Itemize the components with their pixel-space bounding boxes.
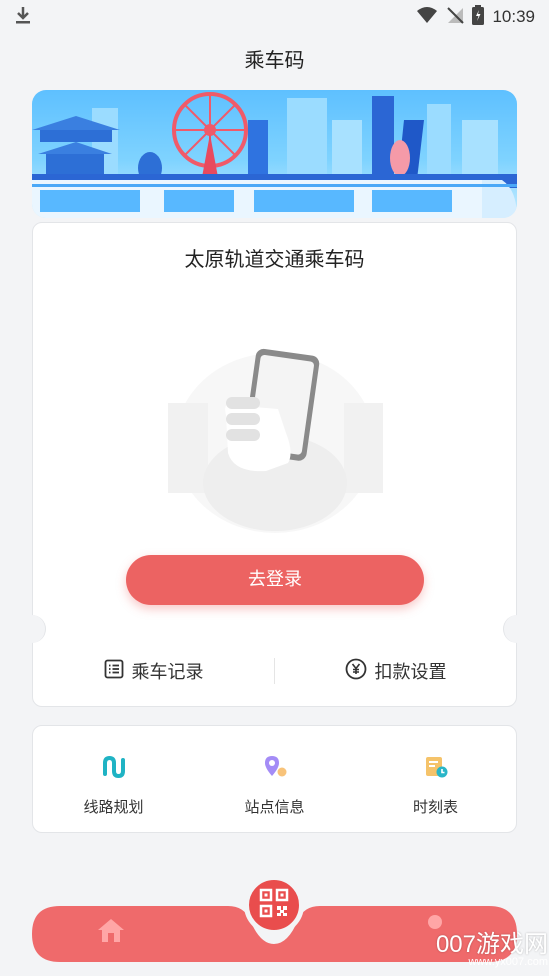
- route-icon: [101, 754, 127, 784]
- service-label: 站点信息: [244, 798, 305, 816]
- ride-records-label: 乘车记录: [131, 662, 204, 683]
- service-label: 时刻表: [412, 798, 458, 816]
- ride-code-card: 太原轨道交通乘车码 去登录 乘车记录 扣款设置: [18, 222, 531, 707]
- qr-code-icon: [259, 888, 289, 922]
- service-timetable[interactable]: 时刻表: [355, 726, 516, 832]
- status-bar: 10:39: [0, 0, 549, 34]
- phone-in-hand-illustration: [168, 333, 384, 533]
- home-icon[interactable]: [96, 916, 126, 948]
- watermark-logo: 007游戏网: [435, 931, 548, 958]
- watermark-url: www.yx007.com: [468, 956, 548, 968]
- payment-settings-button[interactable]: 扣款设置: [275, 658, 516, 685]
- wifi-icon: [416, 6, 438, 29]
- payment-settings-label: 扣款设置: [374, 662, 447, 683]
- location-pin-icon: [262, 754, 288, 784]
- yen-icon: [345, 658, 367, 685]
- ticket-actions: 乘车记录 扣款设置: [33, 651, 516, 691]
- service-label: 线路规划: [83, 798, 144, 816]
- service-station-info[interactable]: 站点信息: [194, 726, 355, 832]
- ticket-notch-left: [18, 615, 46, 643]
- service-route-planning[interactable]: 线路规划: [33, 726, 194, 832]
- list-icon: [104, 659, 124, 684]
- ticket-notch-right: [503, 615, 531, 643]
- status-time: 10:39: [492, 7, 535, 26]
- ticket-title: 太原轨道交通乘车码: [184, 247, 365, 271]
- banner-image: [32, 90, 517, 218]
- ride-records-button[interactable]: 乘车记录: [33, 658, 274, 684]
- timetable-icon: [423, 754, 449, 784]
- login-button[interactable]: 去登录: [126, 555, 424, 605]
- download-icon: [14, 5, 32, 30]
- page-title: 乘车码: [244, 48, 305, 72]
- qr-code-button[interactable]: [244, 875, 304, 935]
- services-card: 线路规划 站点信息 时刻表: [32, 725, 517, 833]
- no-signal-icon: [446, 6, 465, 29]
- battery-icon: [472, 4, 485, 30]
